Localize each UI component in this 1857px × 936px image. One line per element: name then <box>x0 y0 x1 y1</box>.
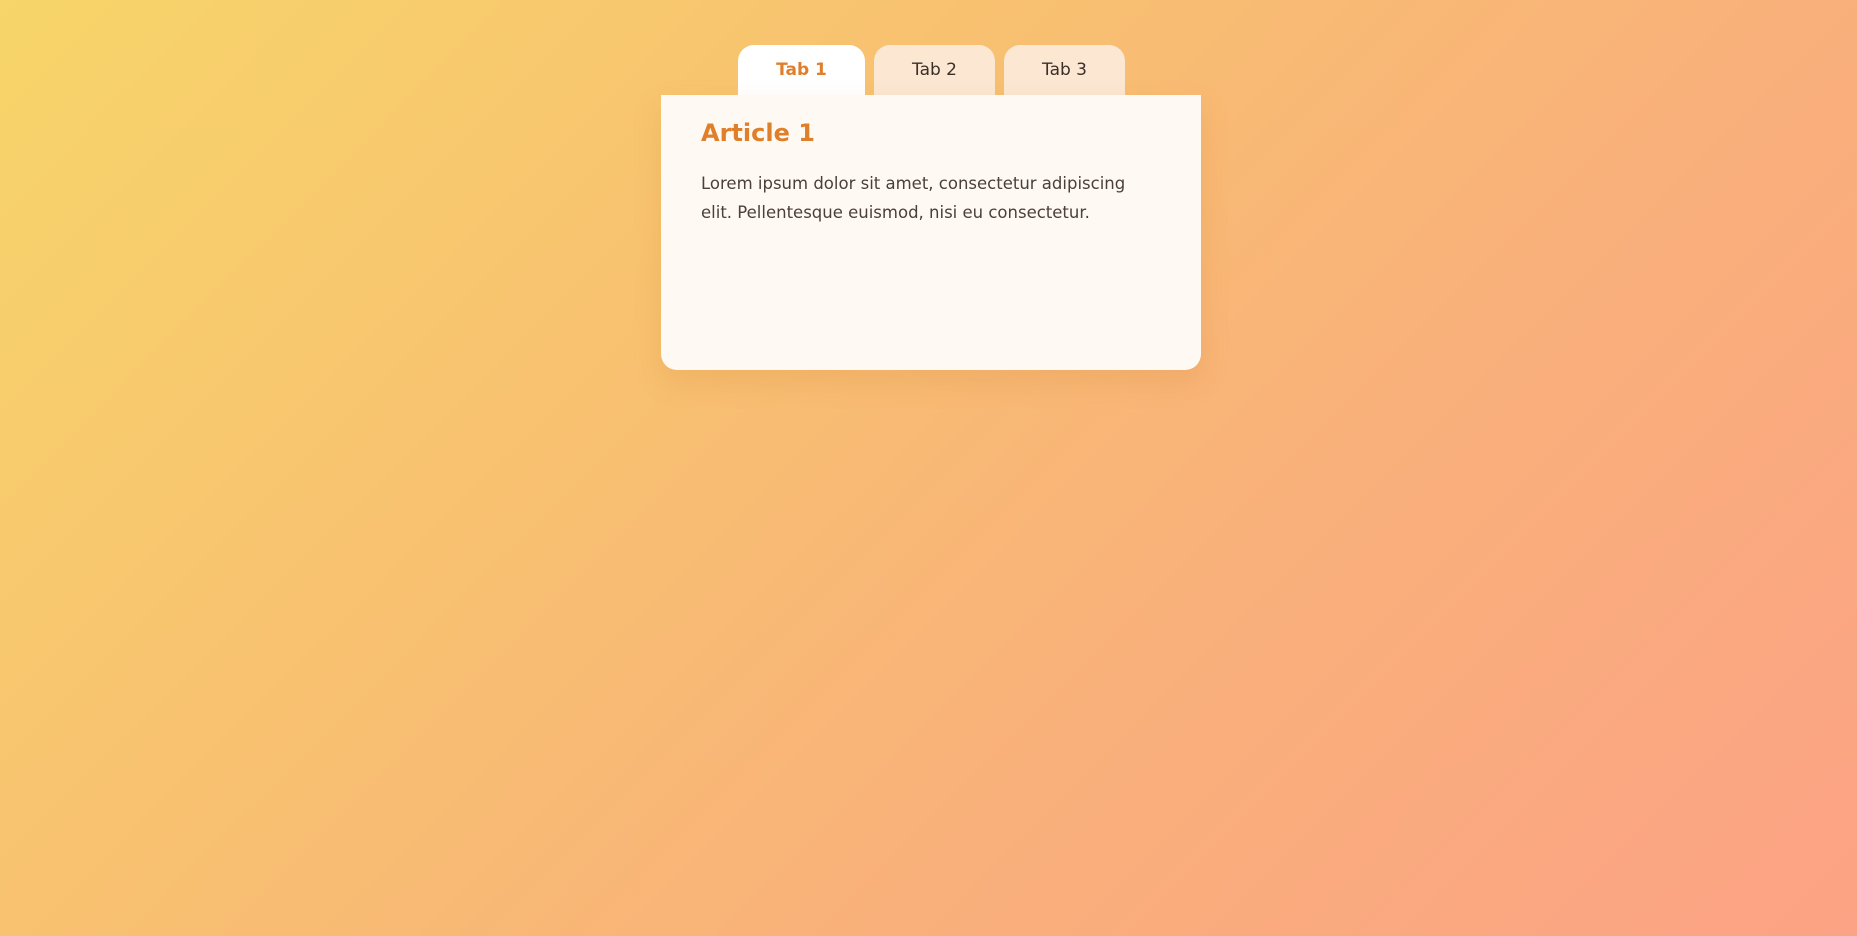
tab-2[interactable]: Tab 2 <box>874 45 995 95</box>
tab-bar: Tab 1 Tab 2 Tab 3 <box>738 45 1125 95</box>
article-body: Lorem ipsum dolor sit amet, consectetur … <box>701 173 1126 222</box>
tab-1[interactable]: Tab 1 <box>738 45 865 95</box>
tab-content-panel: Article 1 Lorem ipsum dolor sit amet, co… <box>661 95 1201 370</box>
tab-3[interactable]: Tab 3 <box>1004 45 1125 95</box>
article-title: Article 1 <box>701 119 815 147</box>
